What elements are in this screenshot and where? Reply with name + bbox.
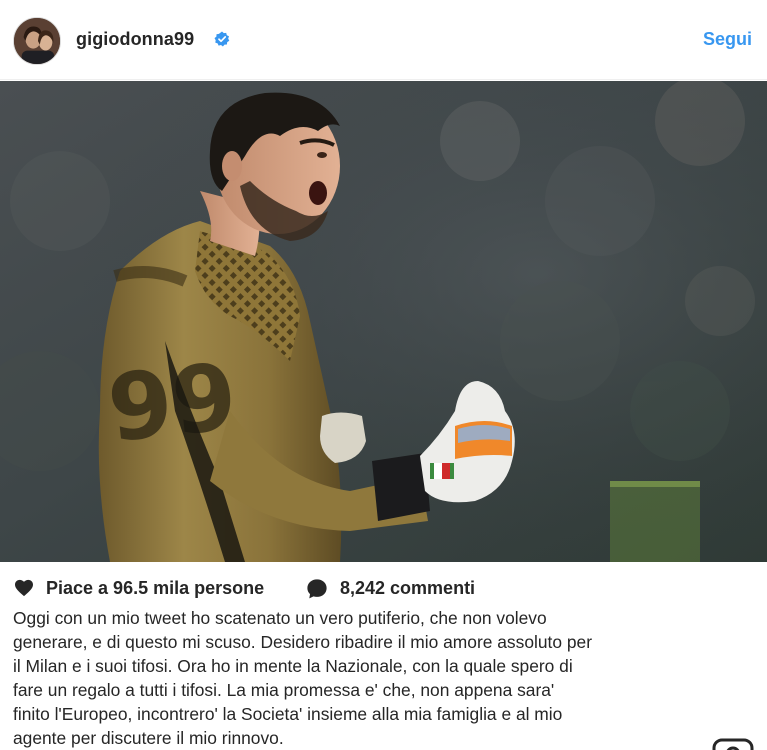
avatar[interactable] bbox=[13, 17, 61, 65]
likes-count[interactable]: Piace a 96.5 mila persone bbox=[46, 578, 264, 599]
username[interactable]: gigiodonna99 bbox=[76, 29, 194, 50]
caption-line: generare, e di questo mi scuso. Desidero… bbox=[13, 632, 593, 652]
post-actions: Piace a 96.5 mila persone 8,242 commenti bbox=[0, 562, 767, 602]
post-header: gigiodonna99 Segui bbox=[0, 0, 767, 80]
caption-line: fare un regalo a tutti i tifosi. La mia … bbox=[13, 680, 555, 700]
follow-button[interactable]: Segui bbox=[703, 29, 752, 50]
verified-badge-icon bbox=[214, 31, 230, 47]
comments-count[interactable]: 8,242 commenti bbox=[340, 578, 475, 599]
post-caption: Oggi con un mio tweet ho scatenato un ve… bbox=[13, 606, 743, 750]
caption-line: finito l'Europeo, incontrero' la Societa… bbox=[13, 704, 563, 724]
caption-line: agente per discutere il mio rinnovo. bbox=[13, 728, 284, 748]
comment-icon[interactable] bbox=[306, 578, 328, 600]
caption-line: il Milan e i suoi tifosi. Ora ho in ment… bbox=[13, 656, 573, 676]
instagram-icon[interactable] bbox=[712, 738, 754, 750]
heart-icon[interactable] bbox=[14, 579, 34, 597]
post-photo[interactable]: 99 bbox=[0, 81, 767, 562]
caption-line: Oggi con un mio tweet ho scatenato un ve… bbox=[13, 608, 547, 628]
